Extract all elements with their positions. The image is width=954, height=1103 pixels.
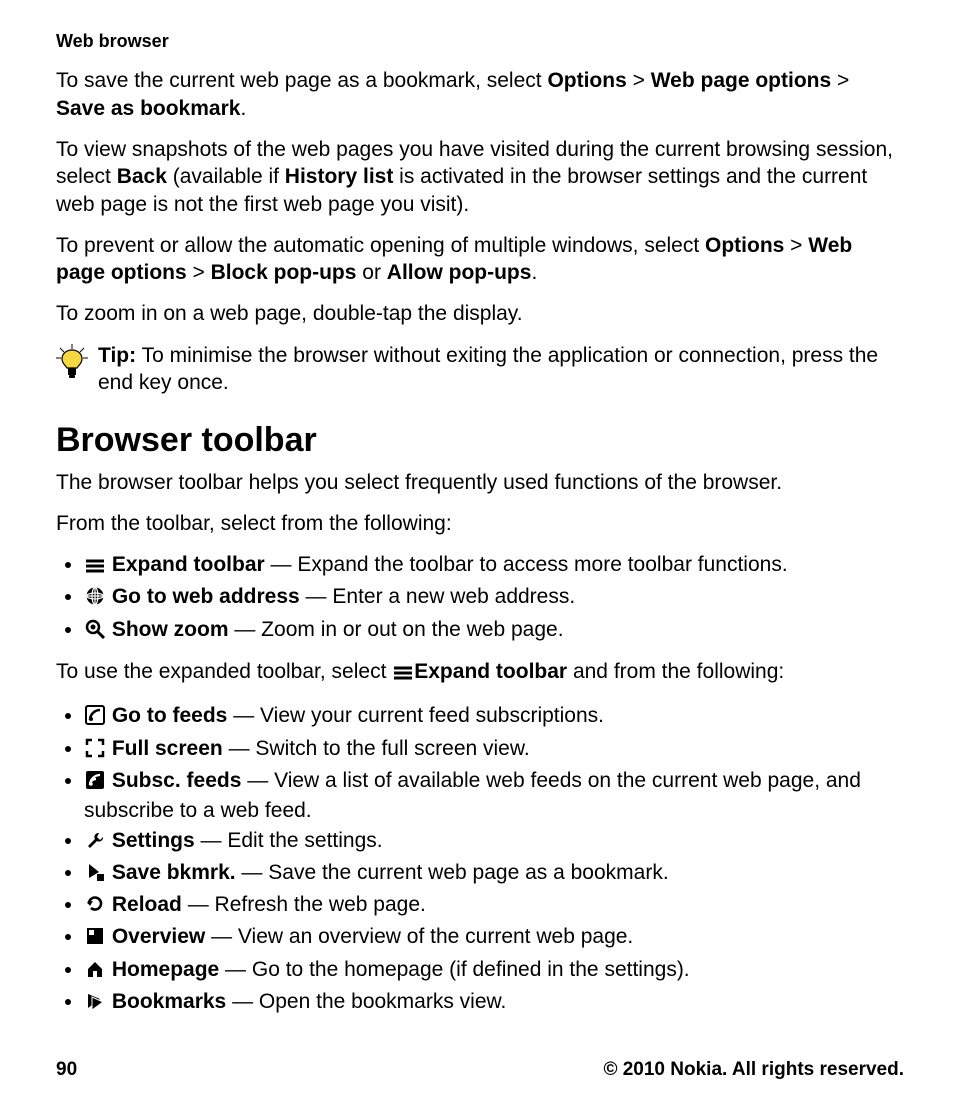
page-header: Web browser xyxy=(56,30,904,53)
item-desc: — Go to the homepage (if defined in the … xyxy=(219,958,689,981)
list-item: Full screen — Switch to the full screen … xyxy=(84,735,904,765)
expand-toolbar-icon xyxy=(84,554,106,581)
list-item: Go to web address — Enter a new web addr… xyxy=(84,583,904,613)
copyright: © 2010 Nokia. All rights reserved. xyxy=(603,1058,904,1083)
text: To use the expanded toolbar, select xyxy=(56,660,392,683)
globe-icon xyxy=(84,586,106,613)
item-desc: — Switch to the full screen view. xyxy=(223,737,530,760)
page-number: 90 xyxy=(56,1058,77,1083)
overview-icon xyxy=(84,926,106,953)
save-bookmark-icon xyxy=(84,862,106,889)
toolbar-list-basic: Expand toolbar — Expand the toolbar to a… xyxy=(56,551,904,646)
full-screen-icon xyxy=(84,738,106,765)
subscribe-feeds-icon xyxy=(84,770,106,797)
sep: > xyxy=(627,69,651,92)
item-label: Go to feeds xyxy=(112,704,228,727)
settings-wrench-icon xyxy=(84,830,106,857)
sep: > xyxy=(784,234,808,257)
paragraph-popups: To prevent or allow the automatic openin… xyxy=(56,232,904,287)
tip-body: To minimise the browser without exiting … xyxy=(98,344,878,394)
menu-options: Options xyxy=(547,69,626,92)
list-item: Go to feeds — View your current feed sub… xyxy=(84,702,904,732)
list-item: Homepage — Go to the homepage (if define… xyxy=(84,956,904,986)
sep: > xyxy=(831,69,849,92)
item-label: Bookmarks xyxy=(112,990,226,1013)
list-item: Bookmarks — Open the bookmarks view. xyxy=(84,988,904,1018)
menu-back: Back xyxy=(117,165,167,188)
paragraph-snapshots: To view snapshots of the web pages you h… xyxy=(56,136,904,218)
item-desc: — Open the bookmarks view. xyxy=(226,990,506,1013)
list-item: Expand toolbar — Expand the toolbar to a… xyxy=(84,551,904,581)
item-label: Save bkmrk. xyxy=(112,861,236,884)
item-label: Homepage xyxy=(112,958,219,981)
bookmarks-icon xyxy=(84,991,106,1018)
text: . xyxy=(240,97,246,120)
item-label: Overview xyxy=(112,925,205,948)
homepage-icon xyxy=(84,959,106,986)
menu-allow-popups: Allow pop-ups xyxy=(387,261,532,284)
paragraph-toolbar-intro: The browser toolbar helps you select fre… xyxy=(56,469,904,496)
item-label: Go to web address xyxy=(112,585,300,608)
menu-block-popups: Block pop-ups xyxy=(211,261,357,284)
item-desc: — Zoom in or out on the web page. xyxy=(229,618,564,641)
item-label: Show zoom xyxy=(112,618,229,641)
item-label: Settings xyxy=(112,829,195,852)
item-label: Full screen xyxy=(112,737,223,760)
page-footer: 90 © 2010 Nokia. All rights reserved. xyxy=(56,1058,904,1083)
tip-text: Tip: To minimise the browser without exi… xyxy=(98,342,904,397)
toolbar-list-expanded: Go to feeds — View your current feed sub… xyxy=(56,702,904,1018)
text: (available if xyxy=(167,165,285,188)
item-desc: — Refresh the web page. xyxy=(182,893,426,916)
expand-toolbar-label: Expand toolbar xyxy=(414,660,567,683)
reload-icon xyxy=(84,894,106,921)
item-desc: — Enter a new web address. xyxy=(300,585,575,608)
item-desc: — View your current feed subscriptions. xyxy=(227,704,604,727)
tip-label: Tip: xyxy=(98,344,136,367)
expand-toolbar-icon xyxy=(392,661,414,688)
paragraph-save-bookmark: To save the current web page as a bookma… xyxy=(56,67,904,122)
list-item: Settings — Edit the settings. xyxy=(84,827,904,857)
item-label: Reload xyxy=(112,893,182,916)
list-item: Show zoom — Zoom in or out on the web pa… xyxy=(84,616,904,646)
menu-options: Options xyxy=(705,234,784,257)
section-title-browser-toolbar: Browser toolbar xyxy=(56,418,904,462)
item-desc: — Expand the toolbar to access more tool… xyxy=(265,553,788,576)
paragraph-toolbar-select: From the toolbar, select from the follow… xyxy=(56,510,904,537)
list-item: Overview — View an overview of the curre… xyxy=(84,923,904,953)
text: To prevent or allow the automatic openin… xyxy=(56,234,705,257)
list-item: Save bkmrk. — Save the current web page … xyxy=(84,859,904,889)
text: and from the following: xyxy=(567,660,784,683)
menu-save-as-bookmark: Save as bookmark xyxy=(56,97,240,120)
setting-history-list: History list xyxy=(285,165,394,188)
list-item: Subsc. feeds — View a list of available … xyxy=(84,767,904,825)
list-item: Reload — Refresh the web page. xyxy=(84,891,904,921)
item-desc: — Save the current web page as a bookmar… xyxy=(236,861,669,884)
tip-block: Tip: To minimise the browser without exi… xyxy=(56,342,904,397)
paragraph-expanded-toolbar: To use the expanded toolbar, select Expa… xyxy=(56,658,904,688)
menu-web-page-options: Web page options xyxy=(651,69,831,92)
paragraph-zoom: To zoom in on a web page, double-tap the… xyxy=(56,300,904,327)
text: . xyxy=(531,261,537,284)
go-to-feeds-icon xyxy=(84,705,106,732)
magnifier-icon xyxy=(84,619,106,646)
item-desc: — View an overview of the current web pa… xyxy=(205,925,633,948)
item-label: Expand toolbar xyxy=(112,553,265,576)
item-label: Subsc. feeds xyxy=(112,769,242,792)
item-desc: — Edit the settings. xyxy=(195,829,383,852)
sep: > xyxy=(187,261,211,284)
text: or xyxy=(356,261,386,284)
lightbulb-icon xyxy=(56,344,88,387)
text: To save the current web page as a bookma… xyxy=(56,69,547,92)
